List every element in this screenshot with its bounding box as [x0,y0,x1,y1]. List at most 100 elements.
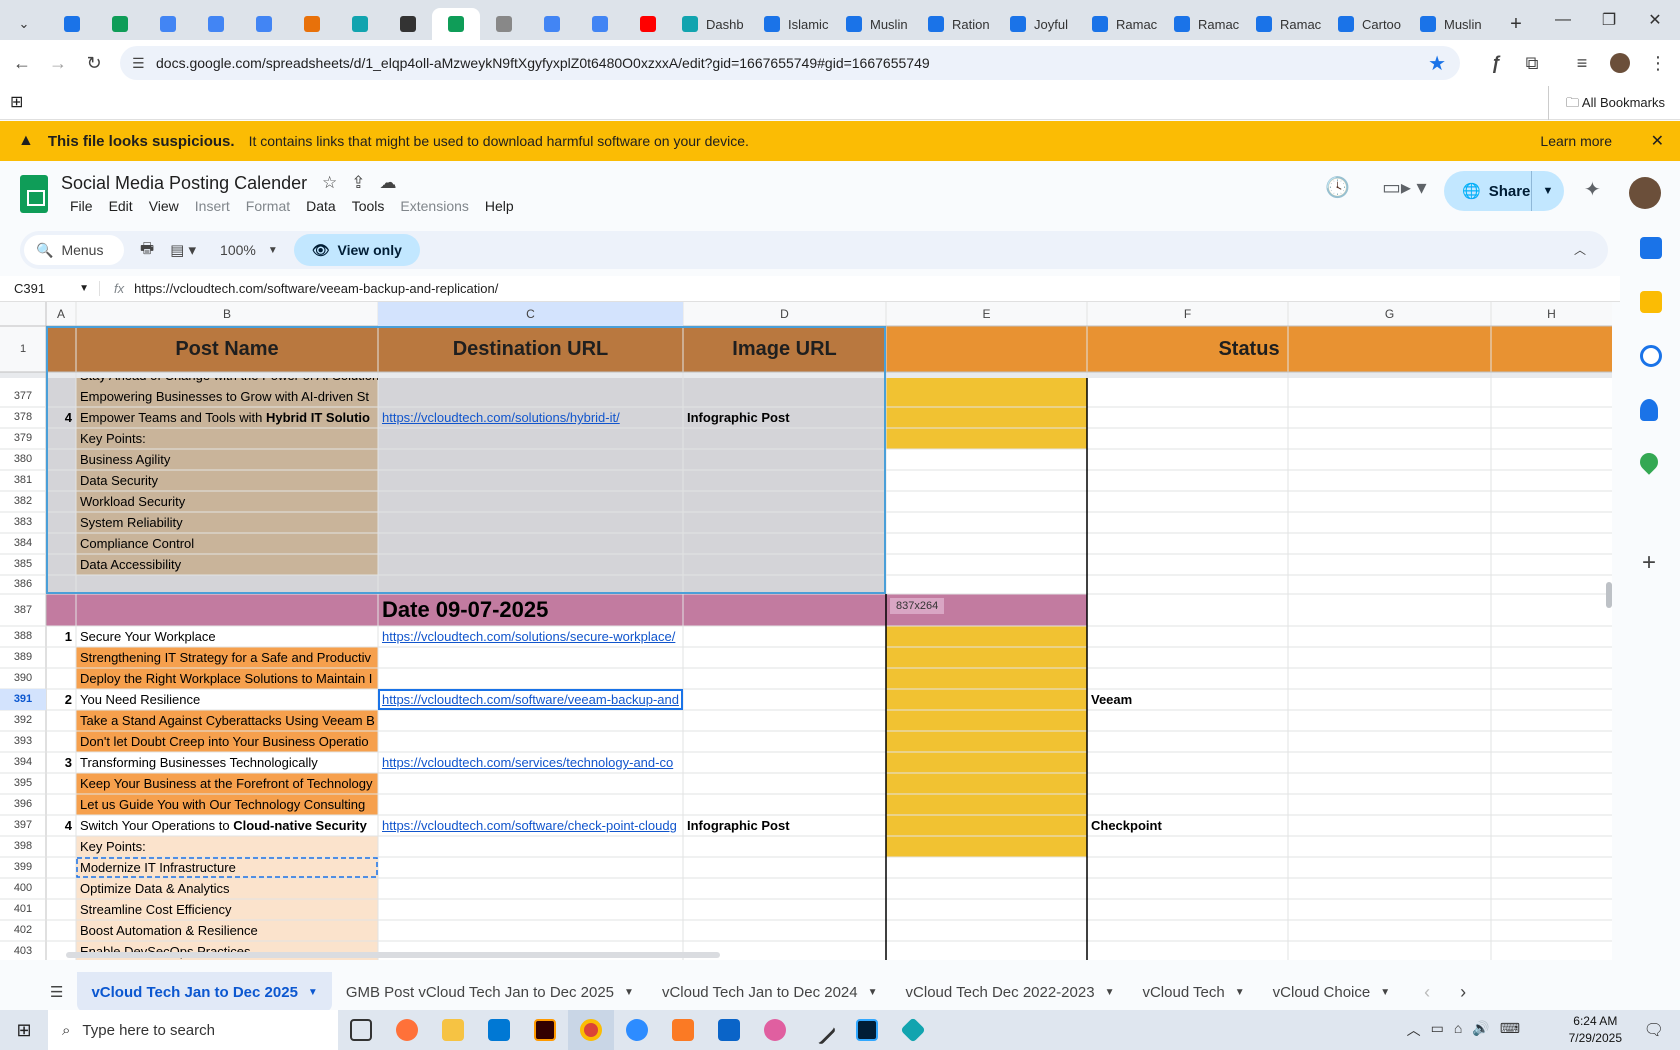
destination-url-cell[interactable]: https://vcloudtech.com/solutions/secure-… [378,626,683,647]
language-icon[interactable]: ⌨ [1500,1020,1520,1040]
row-header[interactable]: 378 [0,407,46,428]
move-to-drive-icon[interactable]: ⇪ [351,173,365,193]
column-header-b[interactable]: B [76,302,378,326]
meet-camera-icon[interactable]: ▭▸ ▾ [1382,175,1427,200]
keep-icon[interactable] [1640,291,1662,313]
menu-help[interactable]: Help [477,198,522,214]
browser-tab[interactable]: Ration [918,8,1000,40]
chevron-down-icon[interactable]: ▼ [308,987,318,998]
menu-extensions[interactable]: Extensions [392,198,476,214]
app-icon[interactable] [890,1010,936,1050]
row-header[interactable]: 401 [0,899,46,920]
new-tab-button[interactable]: + [1492,8,1540,40]
spreadsheet-grid[interactable]: A B C D E F G H 1 Post Name Destination URL Image U… [0,302,1612,960]
profile-avatar-icon[interactable] [1602,45,1638,81]
vertical-scrollbar[interactable] [1606,582,1612,608]
collapse-toolbar-icon[interactable]: ︿ [1574,241,1586,258]
url-omnibox[interactable]: ☰ docs.google.com/spreadsheets/d/1_elqp4… [120,46,1460,80]
back-button[interactable]: ← [4,45,40,81]
volume-icon[interactable]: 🔊 [1472,1020,1489,1040]
row-header-1[interactable]: 1 [0,326,46,372]
apps-grid-icon[interactable]: ⊞ [10,92,23,112]
learn-more-link[interactable]: Learn more [1540,133,1612,149]
row-header[interactable]: 395 [0,773,46,794]
column-header-f[interactable]: F [1087,302,1288,326]
destination-url-link[interactable]: https://vcloudtech.com/services/technolo… [382,755,673,770]
browser-tab[interactable]: Muslin [836,8,918,40]
print-icon[interactable]: 🖶 [140,238,154,263]
column-header-a[interactable]: A [46,302,76,326]
menus-search[interactable]: 🔍 Menus [24,235,124,265]
avatar[interactable] [1629,177,1661,209]
sheet-tab[interactable]: vCloud Tech ▼ [1128,972,1258,1012]
row-header[interactable]: 403 [0,941,46,960]
firefox-icon[interactable] [384,1010,430,1050]
network-icon[interactable]: ⌂ [1454,1020,1462,1040]
column-header-g[interactable]: G [1288,302,1491,326]
outlook-icon[interactable] [706,1010,752,1050]
browser-tab[interactable] [432,8,480,40]
reload-button[interactable]: ↻ [76,45,112,81]
browser-tab[interactable] [336,8,384,40]
browser-tab[interactable]: Ramac [1246,8,1328,40]
browser-tab[interactable]: Islamic [754,8,836,40]
minimize-button[interactable]: — [1540,0,1586,40]
row-header[interactable]: 396 [0,794,46,815]
bookmark-star-icon[interactable]: ★ [1428,51,1446,76]
browser-tab[interactable] [576,8,624,40]
row-header[interactable]: 382 [0,491,46,512]
row-header[interactable]: 400 [0,878,46,899]
browser-tab[interactable] [48,8,96,40]
maps-icon[interactable] [1636,449,1662,475]
row-header[interactable]: 393 [0,731,46,752]
scroll-left-icon[interactable]: ‹ [1424,982,1430,1003]
row-header[interactable]: 386 [0,575,46,594]
row-header[interactable]: 390 [0,668,46,689]
browser-tab[interactable] [144,8,192,40]
destination-url-link[interactable]: https://vcloudtech.com/solutions/secure-… [382,629,675,644]
share-main[interactable]: 🌐 Share [1444,171,1532,211]
add-addon-icon[interactable]: + [1642,549,1656,577]
row-header[interactable]: 391 [0,689,46,710]
notifications-icon[interactable]: 🗨 [1644,1020,1664,1040]
browser-menu-icon[interactable]: ⋮ [1640,45,1676,81]
chevron-down-icon[interactable]: ▼ [868,987,878,998]
sheet-tab[interactable]: vCloud Tech Jan to Dec 2024 ▼ [648,972,892,1012]
row-header[interactable]: 398 [0,836,46,857]
sheet-tab[interactable]: vCloud Tech Dec 2022-2023 ▼ [892,972,1129,1012]
column-header-d[interactable]: D [683,302,886,326]
task-view-icon[interactable] [338,1010,384,1050]
menu-insert[interactable]: Insert [187,198,238,214]
destination-url-cell[interactable]: https://vcloudtech.com/software/check-po… [378,815,683,836]
extension-icon[interactable]: ƒ [1478,45,1514,81]
chevron-down-icon[interactable]: ▼ [624,987,634,998]
destination-url-link[interactable]: https://vcloudtech.com/solutions/hybrid-… [382,410,620,425]
destination-url-cell[interactable]: https://vcloudtech.com/software/veeam-ba… [378,689,683,710]
vscode-icon[interactable] [476,1010,522,1050]
row-header[interactable]: 383 [0,512,46,533]
column-header-e[interactable]: E [886,302,1087,326]
browser-tab[interactable] [192,8,240,40]
star-icon[interactable]: ☆ [322,173,337,193]
destination-url-link[interactable]: https://vcloudtech.com/software/veeam-ba… [382,692,679,707]
menu-data[interactable]: Data [298,198,344,214]
forward-button[interactable]: → [40,45,76,81]
row-header[interactable]: 389 [0,647,46,668]
gemini-sparkle-icon[interactable]: ✦ [1584,177,1601,202]
share-button[interactable]: 🌐 Share ▼ [1444,171,1564,211]
row-header[interactable]: 381 [0,470,46,491]
paint-format-icon[interactable]: ▤ ▾ [170,241,196,259]
destination-url-cell[interactable]: https://vcloudtech.com/solutions/hybrid-… [378,407,683,428]
menu-format[interactable]: Format [238,198,298,214]
row-header[interactable]: 394 [0,752,46,773]
display-icon[interactable]: ▭ [1431,1020,1444,1040]
browser-tab[interactable] [96,8,144,40]
column-header-c[interactable]: C [378,302,683,326]
row-header[interactable]: 385 [0,554,46,575]
row-header[interactable]: 384 [0,533,46,554]
row-header[interactable]: 380 [0,449,46,470]
menu-file[interactable]: File [62,198,101,214]
chevron-up-icon[interactable]: ︿ [1407,1020,1421,1040]
browser-tab[interactable]: Cartoo [1328,8,1410,40]
site-info-icon[interactable]: ☰ [132,55,145,72]
